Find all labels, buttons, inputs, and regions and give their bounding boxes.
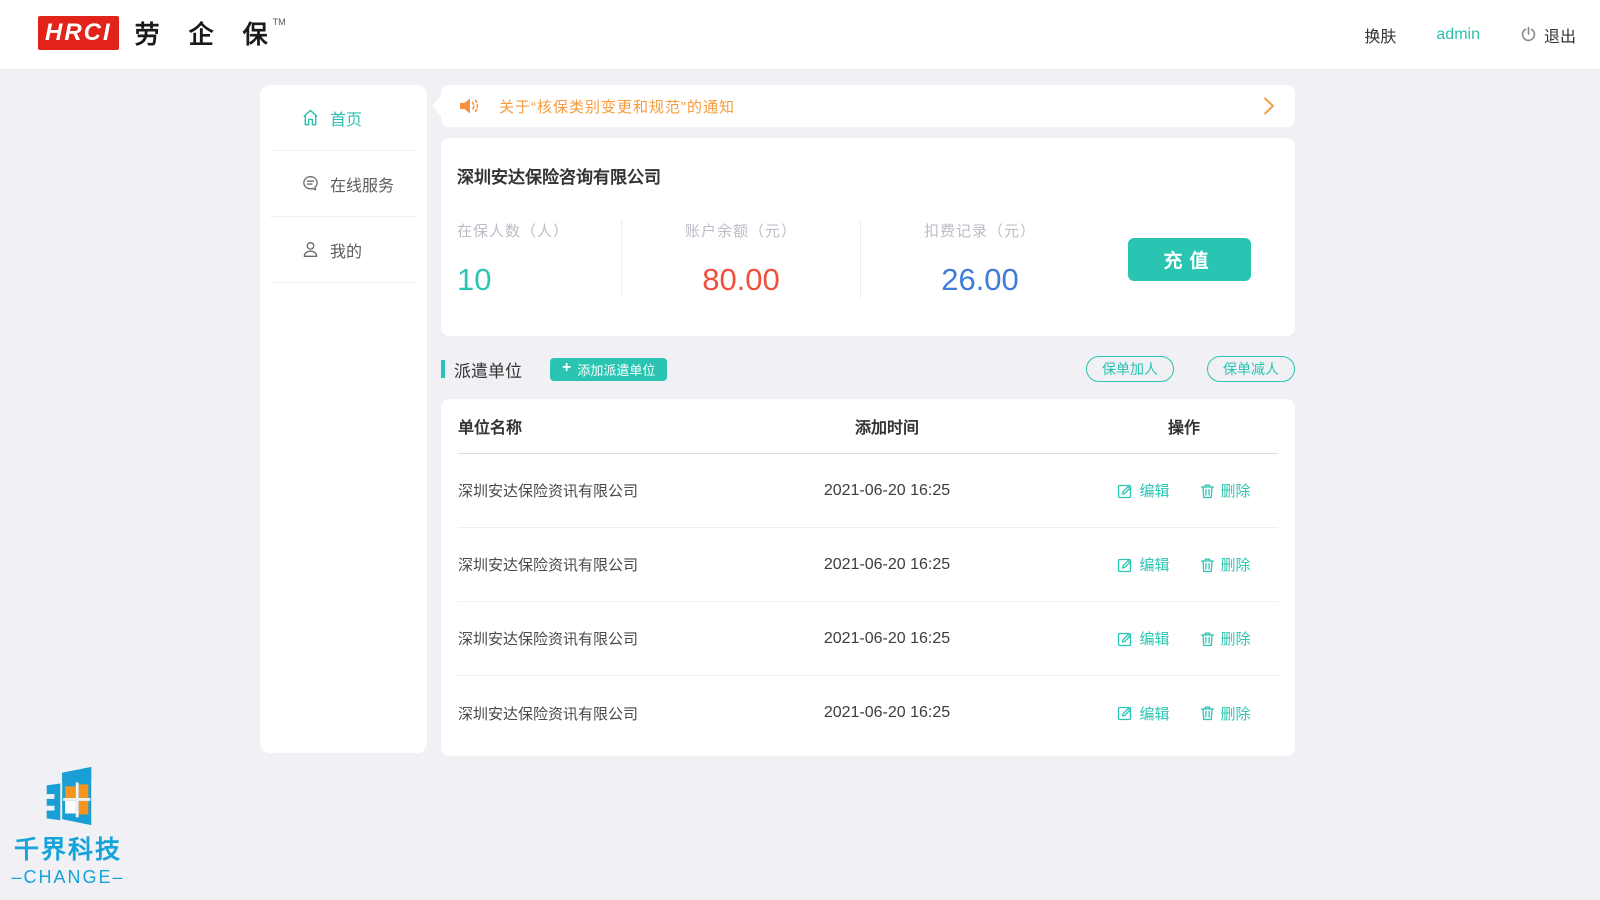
power-icon <box>1520 26 1537 43</box>
delete-action[interactable]: 删除 <box>1200 480 1251 501</box>
edit-icon <box>1117 631 1133 647</box>
policy-remove-person-button[interactable]: 保单减人 <box>1207 356 1295 382</box>
unit-name-cell: 深圳安达保险资讯有限公司 <box>458 703 684 724</box>
sidebar: 首页 在线服务 我的 <box>260 85 427 753</box>
delete-label: 删除 <box>1221 554 1251 575</box>
notice-banner[interactable]: 关于“核保类别变更和规范”的通知 <box>441 85 1295 127</box>
add-dispatch-unit-button[interactable]: + 添加派遣单位 <box>550 358 667 381</box>
column-header-add-time: 添加时间 <box>684 414 1090 438</box>
dispatch-section-header: 派遣单位 + 添加派遣单位 保单加人 保单减人 <box>441 356 1295 382</box>
edit-icon <box>1117 483 1133 499</box>
speaker-icon <box>458 96 480 116</box>
edit-action[interactable]: 编辑 <box>1117 703 1169 724</box>
delete-action[interactable]: 删除 <box>1200 703 1251 724</box>
table-row: 深圳安达保险资讯有限公司 2021-06-20 16:25 编辑 <box>458 454 1278 528</box>
delete-action[interactable]: 删除 <box>1200 554 1251 575</box>
stat-label: 账户余额（元） <box>622 220 860 241</box>
actions-cell: 编辑 删除 <box>1090 480 1278 501</box>
company-name: 深圳安达保险咨询有限公司 <box>457 163 1279 188</box>
plus-icon: + <box>562 360 571 376</box>
edit-action[interactable]: 编辑 <box>1117 554 1169 575</box>
logout-button[interactable]: 退出 <box>1520 23 1576 47</box>
sidebar-item-mine[interactable]: 我的 <box>270 217 417 283</box>
column-header-unit-name: 单位名称 <box>458 414 684 438</box>
delete-label: 删除 <box>1221 703 1251 724</box>
add-time-cell: 2021-06-20 16:25 <box>684 704 1090 722</box>
add-time-cell: 2021-06-20 16:25 <box>684 482 1090 500</box>
delete-label: 删除 <box>1221 480 1251 501</box>
hrci-logo-mark: HRCI <box>38 16 119 50</box>
change-logo-text: 千界科技 <box>14 830 122 866</box>
table-row: 深圳安达保险资讯有限公司 2021-06-20 16:25 编辑 <box>458 528 1278 602</box>
app-header: HRCI 劳 企 保 TM 换肤 admin 退出 <box>0 0 1600 70</box>
home-icon <box>301 108 320 127</box>
edit-label: 编辑 <box>1139 703 1169 724</box>
add-time-cell: 2021-06-20 16:25 <box>684 630 1090 648</box>
sidebar-item-label: 在线服务 <box>330 172 394 196</box>
unit-name-cell: 深圳安达保险资讯有限公司 <box>458 554 684 575</box>
delete-action[interactable]: 删除 <box>1200 628 1251 649</box>
change-logo: 千界科技 –CHANGE– <box>6 766 130 888</box>
sidebar-item-home[interactable]: 首页 <box>270 85 417 151</box>
chevron-right-icon[interactable] <box>1263 97 1275 115</box>
table-header-row: 单位名称 添加时间 操作 <box>458 399 1278 454</box>
stat-value: 26.00 <box>861 262 1099 298</box>
page-body: 首页 在线服务 我的 <box>260 85 1600 756</box>
column-header-actions: 操作 <box>1090 414 1278 438</box>
stat-label: 扣费记录（元） <box>861 220 1099 241</box>
stat-label: 在保人数（人） <box>457 220 621 241</box>
actions-cell: 编辑 删除 <box>1090 628 1278 649</box>
unit-name-cell: 深圳安达保险资讯有限公司 <box>458 480 684 501</box>
stat-value: 80.00 <box>622 262 860 298</box>
sidebar-item-label: 首页 <box>330 106 362 130</box>
main-content: 关于“核保类别变更和规范”的通知 深圳安达保险咨询有限公司 在保人数（人） 10… <box>441 85 1295 756</box>
edit-label: 编辑 <box>1139 480 1169 501</box>
actions-cell: 编辑 删除 <box>1090 703 1278 724</box>
logout-label: 退出 <box>1544 23 1576 47</box>
edit-icon <box>1117 705 1133 721</box>
sidebar-item-online-service[interactable]: 在线服务 <box>270 151 417 217</box>
edit-label: 编辑 <box>1139 628 1169 649</box>
recharge-cell: 充值 <box>1099 220 1279 298</box>
edit-action[interactable]: 编辑 <box>1117 628 1169 649</box>
policy-add-person-button[interactable]: 保单加人 <box>1086 356 1174 382</box>
trademark-mark: TM <box>273 17 286 27</box>
add-dispatch-unit-label: 添加派遣单位 <box>577 360 655 379</box>
chat-icon <box>301 174 320 193</box>
trash-icon <box>1200 705 1215 721</box>
trash-icon <box>1200 483 1215 499</box>
change-logo-mark <box>37 766 99 828</box>
hrci-logo: HRCI 劳 企 保 TM <box>38 16 286 54</box>
edit-icon <box>1117 557 1133 573</box>
sidebar-item-label: 我的 <box>330 238 362 262</box>
actions-cell: 编辑 删除 <box>1090 554 1278 575</box>
edit-action[interactable]: 编辑 <box>1117 480 1169 501</box>
brand-name: 劳 企 保 <box>135 16 279 54</box>
account-stats: 在保人数（人） 10 账户余额（元） 80.00 扣费记录（元） 26.00 充… <box>457 220 1279 298</box>
add-time-cell: 2021-06-20 16:25 <box>684 556 1090 574</box>
account-card: 深圳安达保险咨询有限公司 在保人数（人） 10 账户余额（元） 80.00 扣费… <box>441 138 1295 336</box>
stat-deduction-record: 扣费记录（元） 26.00 <box>860 220 1099 298</box>
username-link[interactable]: admin <box>1436 26 1480 44</box>
stat-value: 10 <box>457 262 621 298</box>
change-logo-subtext: –CHANGE– <box>11 867 124 888</box>
section-title: 派遣单位 <box>454 357 522 382</box>
change-skin-button[interactable]: 换肤 <box>1364 23 1396 47</box>
trash-icon <box>1200 631 1215 647</box>
stat-insured-count: 在保人数（人） 10 <box>457 220 621 298</box>
recharge-button[interactable]: 充值 <box>1128 238 1251 281</box>
notice-text: 关于“核保类别变更和规范”的通知 <box>499 96 735 117</box>
user-icon <box>301 240 320 259</box>
delete-label: 删除 <box>1221 628 1251 649</box>
section-accent-bar <box>441 360 445 378</box>
header-actions: 换肤 admin 退出 <box>1364 23 1576 47</box>
table-row: 深圳安达保险资讯有限公司 2021-06-20 16:25 编辑 <box>458 676 1278 750</box>
table-row: 深圳安达保险资讯有限公司 2021-06-20 16:25 编辑 <box>458 602 1278 676</box>
trash-icon <box>1200 557 1215 573</box>
edit-label: 编辑 <box>1139 554 1169 575</box>
dispatch-unit-table: 单位名称 添加时间 操作 深圳安达保险资讯有限公司 2021-06-20 16:… <box>441 399 1295 756</box>
unit-name-cell: 深圳安达保险资讯有限公司 <box>458 628 684 649</box>
stat-account-balance: 账户余额（元） 80.00 <box>621 220 860 298</box>
